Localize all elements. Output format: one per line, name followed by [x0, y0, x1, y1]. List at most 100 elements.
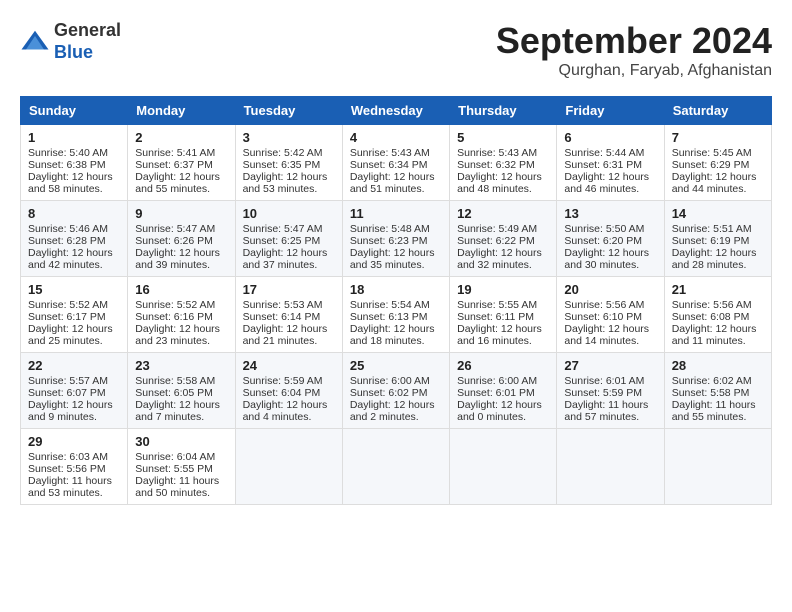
- cell-info: Sunrise: 5:48 AMSunset: 6:23 PMDaylight:…: [350, 223, 442, 271]
- day-number: 18: [350, 282, 442, 297]
- cell-info: Sunrise: 5:43 AMSunset: 6:32 PMDaylight:…: [457, 147, 549, 195]
- cell-info: Sunrise: 5:52 AMSunset: 6:16 PMDaylight:…: [135, 299, 227, 347]
- calendar-cell: 10 Sunrise: 5:47 AMSunset: 6:25 PMDayligh…: [235, 201, 342, 277]
- calendar-cell: 21Sunrise: 5:56 AMSunset: 6:08 PMDayligh…: [664, 277, 771, 353]
- cell-info: Sunrise: 5:45 AMSunset: 6:29 PMDaylight:…: [672, 147, 764, 195]
- weekday-header: Monday: [128, 97, 235, 125]
- weekday-header: Sunday: [21, 97, 128, 125]
- day-number: 23: [135, 358, 227, 373]
- weekday-header: Thursday: [450, 97, 557, 125]
- day-number: 11: [350, 206, 442, 221]
- calendar-cell: 28Sunrise: 6:02 AMSunset: 5:58 PMDayligh…: [664, 353, 771, 429]
- day-number: 22: [28, 358, 120, 373]
- cell-info: Sunrise: 6:01 AMSunset: 5:59 PMDaylight:…: [564, 375, 656, 423]
- cell-info: Sunrise: 6:04 AMSunset: 5:55 PMDaylight:…: [135, 451, 227, 499]
- cell-info: Sunrise: 5:52 AMSunset: 6:17 PMDaylight:…: [28, 299, 120, 347]
- day-number: 20: [564, 282, 656, 297]
- day-number: 5: [457, 130, 549, 145]
- calendar-cell: [342, 429, 449, 505]
- day-number: 30: [135, 434, 227, 449]
- day-number: 19: [457, 282, 549, 297]
- calendar-cell: 15 Sunrise: 5:52 AMSunset: 6:17 PMDayligh…: [21, 277, 128, 353]
- calendar-week-row: 8Sunrise: 5:46 AMSunset: 6:28 PMDaylight…: [21, 201, 772, 277]
- cell-info: Sunrise: 5:51 AMSunset: 6:19 PMDaylight:…: [672, 223, 764, 271]
- calendar-week-row: 1 Sunrise: 5:40 AMSunset: 6:38 PMDaylight…: [21, 125, 772, 201]
- day-number: 24: [243, 358, 335, 373]
- logo-text: General Blue: [54, 20, 121, 63]
- cell-info: Sunrise: 5:56 AMSunset: 6:10 PMDaylight:…: [564, 299, 656, 347]
- cell-info: Sunrise: 5:40 AMSunset: 6:38 PMDaylight:…: [28, 147, 120, 195]
- calendar-cell: 3 Sunrise: 5:42 AMSunset: 6:35 PMDaylight…: [235, 125, 342, 201]
- cell-info: Sunrise: 5:55 AMSunset: 6:11 PMDaylight:…: [457, 299, 549, 347]
- calendar-week-row: 22 Sunrise: 5:57 AMSunset: 6:07 PMDayligh…: [21, 353, 772, 429]
- day-number: 29: [28, 434, 120, 449]
- day-number: 17: [243, 282, 335, 297]
- calendar-week-row: 29 Sunrise: 6:03 AMSunset: 5:56 PMDayligh…: [21, 429, 772, 505]
- day-number: 15: [28, 282, 120, 297]
- calendar-cell: [450, 429, 557, 505]
- calendar-cell: 27 Sunrise: 6:01 AMSunset: 5:59 PMDayligh…: [557, 353, 664, 429]
- cell-info: Sunrise: 5:56 AMSunset: 6:08 PMDaylight:…: [672, 299, 764, 347]
- cell-info: Sunrise: 5:41 AMSunset: 6:37 PMDaylight:…: [135, 147, 227, 195]
- weekday-header: Wednesday: [342, 97, 449, 125]
- cell-info: Sunrise: 5:58 AMSunset: 6:05 PMDaylight:…: [135, 375, 227, 423]
- cell-info: Sunrise: 5:49 AMSunset: 6:22 PMDaylight:…: [457, 223, 549, 271]
- day-number: 27: [564, 358, 656, 373]
- calendar-cell: 6Sunrise: 5:44 AMSunset: 6:31 PMDaylight…: [557, 125, 664, 201]
- calendar-cell: 24 Sunrise: 5:59 AMSunset: 6:04 PMDayligh…: [235, 353, 342, 429]
- calendar-cell: 29 Sunrise: 6:03 AMSunset: 5:56 PMDayligh…: [21, 429, 128, 505]
- cell-info: Sunrise: 5:59 AMSunset: 6:04 PMDaylight:…: [243, 375, 335, 423]
- calendar-cell: 12 Sunrise: 5:49 AMSunset: 6:22 PMDayligh…: [450, 201, 557, 277]
- calendar-cell: 9 Sunrise: 5:47 AMSunset: 6:26 PMDaylight…: [128, 201, 235, 277]
- calendar-cell: 20 Sunrise: 5:56 AMSunset: 6:10 PMDayligh…: [557, 277, 664, 353]
- location: Qurghan, Faryab, Afghanistan: [496, 62, 772, 80]
- day-number: 4: [350, 130, 442, 145]
- weekday-header: Tuesday: [235, 97, 342, 125]
- cell-info: Sunrise: 5:50 AMSunset: 6:20 PMDaylight:…: [564, 223, 656, 271]
- day-number: 10: [243, 206, 335, 221]
- calendar-cell: 25Sunrise: 6:00 AMSunset: 6:02 PMDayligh…: [342, 353, 449, 429]
- cell-info: Sunrise: 5:54 AMSunset: 6:13 PMDaylight:…: [350, 299, 442, 347]
- calendar-cell: 16 Sunrise: 5:52 AMSunset: 6:16 PMDayligh…: [128, 277, 235, 353]
- calendar-cell: [664, 429, 771, 505]
- cell-info: Sunrise: 5:57 AMSunset: 6:07 PMDaylight:…: [28, 375, 120, 423]
- calendar-cell: 1 Sunrise: 5:40 AMSunset: 6:38 PMDaylight…: [21, 125, 128, 201]
- logo-icon: [20, 27, 50, 57]
- calendar-cell: 7Sunrise: 5:45 AMSunset: 6:29 PMDaylight…: [664, 125, 771, 201]
- title-block: September 2024 Qurghan, Faryab, Afghanis…: [496, 20, 772, 80]
- calendar-week-row: 15 Sunrise: 5:52 AMSunset: 6:17 PMDayligh…: [21, 277, 772, 353]
- calendar-cell: 17 Sunrise: 5:53 AMSunset: 6:14 PMDayligh…: [235, 277, 342, 353]
- cell-info: Sunrise: 5:53 AMSunset: 6:14 PMDaylight:…: [243, 299, 335, 347]
- calendar-cell: 4 Sunrise: 5:43 AMSunset: 6:34 PMDaylight…: [342, 125, 449, 201]
- page-header: General Blue September 2024 Qurghan, Far…: [20, 20, 772, 80]
- day-number: 9: [135, 206, 227, 221]
- calendar-cell: 8Sunrise: 5:46 AMSunset: 6:28 PMDaylight…: [21, 201, 128, 277]
- day-number: 12: [457, 206, 549, 221]
- day-number: 3: [243, 130, 335, 145]
- calendar-cell: 26 Sunrise: 6:00 AMSunset: 6:01 PMDayligh…: [450, 353, 557, 429]
- cell-info: Sunrise: 6:03 AMSunset: 5:56 PMDaylight:…: [28, 451, 120, 499]
- weekday-header: Saturday: [664, 97, 771, 125]
- weekday-header-row: SundayMondayTuesdayWednesdayThursdayFrid…: [21, 97, 772, 125]
- cell-info: Sunrise: 5:42 AMSunset: 6:35 PMDaylight:…: [243, 147, 335, 195]
- cell-info: Sunrise: 6:02 AMSunset: 5:58 PMDaylight:…: [672, 375, 764, 423]
- calendar-cell: 30 Sunrise: 6:04 AMSunset: 5:55 PMDayligh…: [128, 429, 235, 505]
- cell-info: Sunrise: 6:00 AMSunset: 6:01 PMDaylight:…: [457, 375, 549, 423]
- day-number: 16: [135, 282, 227, 297]
- calendar-cell: 2Sunrise: 5:41 AMSunset: 6:37 PMDaylight…: [128, 125, 235, 201]
- calendar-cell: 19 Sunrise: 5:55 AMSunset: 6:11 PMDayligh…: [450, 277, 557, 353]
- day-number: 26: [457, 358, 549, 373]
- cell-info: Sunrise: 5:43 AMSunset: 6:34 PMDaylight:…: [350, 147, 442, 195]
- calendar-cell: 23 Sunrise: 5:58 AMSunset: 6:05 PMDayligh…: [128, 353, 235, 429]
- day-number: 1: [28, 130, 120, 145]
- cell-info: Sunrise: 5:46 AMSunset: 6:28 PMDaylight:…: [28, 223, 120, 271]
- calendar-cell: 22 Sunrise: 5:57 AMSunset: 6:07 PMDayligh…: [21, 353, 128, 429]
- cell-info: Sunrise: 5:47 AMSunset: 6:25 PMDaylight:…: [243, 223, 335, 271]
- calendar-cell: [235, 429, 342, 505]
- day-number: 6: [564, 130, 656, 145]
- calendar-cell: 5 Sunrise: 5:43 AMSunset: 6:32 PMDaylight…: [450, 125, 557, 201]
- cell-info: Sunrise: 5:47 AMSunset: 6:26 PMDaylight:…: [135, 223, 227, 271]
- day-number: 25: [350, 358, 442, 373]
- logo: General Blue: [20, 20, 121, 63]
- calendar-cell: 14Sunrise: 5:51 AMSunset: 6:19 PMDayligh…: [664, 201, 771, 277]
